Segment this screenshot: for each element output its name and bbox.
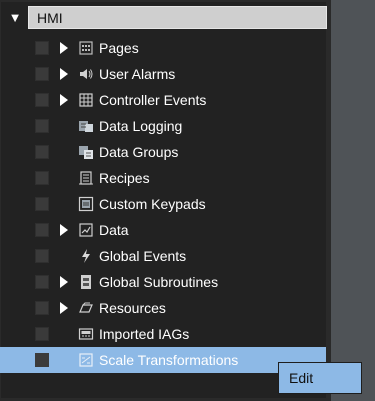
tree-root-header[interactable]: HMI — [28, 6, 327, 29]
row-checkbox[interactable] — [35, 119, 49, 133]
tree-item-label: Resources — [99, 300, 166, 316]
tree-item-label: User Alarms — [99, 66, 176, 82]
row-checkbox[interactable] — [35, 223, 49, 237]
pages-icon — [77, 39, 95, 57]
tree-item-data-groups[interactable]: Data Groups — [0, 139, 326, 165]
expand-arrow-icon[interactable] — [57, 40, 71, 56]
row-checkbox[interactable] — [35, 41, 49, 55]
row-checkbox[interactable] — [35, 171, 49, 185]
resources-icon — [77, 299, 95, 317]
subroutine-icon — [77, 273, 95, 291]
tree-item-label: Data Groups — [99, 144, 179, 160]
tree-root-label: HMI — [37, 9, 63, 26]
tree-item-label: Global Events — [99, 248, 187, 264]
expand-arrow-icon[interactable] — [57, 66, 71, 82]
tree-root-hmi[interactable]: ▼ HMI — [8, 6, 327, 29]
tree-item-controller-events[interactable]: Controller Events — [0, 87, 326, 113]
tree-item-label: Data Logging — [99, 118, 183, 134]
row-checkbox[interactable] — [35, 145, 49, 159]
recipes-icon — [77, 169, 95, 187]
row-checkbox[interactable] — [35, 249, 49, 263]
iag-icon — [77, 325, 95, 343]
lightning-icon — [77, 247, 95, 265]
collapse-caret-icon[interactable]: ▼ — [8, 10, 22, 25]
data-logging-icon — [77, 117, 95, 135]
tree-item-data[interactable]: Data — [0, 217, 326, 243]
tree-item-label: Pages — [99, 40, 139, 56]
tree-item-global-events[interactable]: Global Events — [0, 243, 326, 269]
context-menu-edit[interactable]: Edit — [289, 370, 313, 386]
scale-icon — [77, 351, 95, 369]
tree-item-label: Custom Keypads — [99, 196, 206, 212]
tree-item-label: Scale Transformations — [99, 352, 239, 368]
tree-item-label: Global Subroutines — [99, 274, 219, 290]
keypad-icon — [77, 195, 95, 213]
expand-arrow-icon[interactable] — [57, 222, 71, 238]
data-groups-icon — [77, 143, 95, 161]
tree-item-custom-keypads[interactable]: Custom Keypads — [0, 191, 326, 217]
row-checkbox[interactable] — [35, 67, 49, 81]
right-pane — [331, 0, 375, 401]
row-checkbox[interactable] — [35, 327, 49, 341]
grid-icon — [77, 91, 95, 109]
context-menu: Edit — [278, 362, 362, 394]
tree-item-data-logging[interactable]: Data Logging — [0, 113, 326, 139]
tree-item-label: Recipes — [99, 170, 150, 186]
tree-item-user-alarms[interactable]: User Alarms — [0, 61, 326, 87]
tree-item-recipes[interactable]: Recipes — [0, 165, 326, 191]
tree-item-label: Controller Events — [99, 92, 207, 108]
data-icon — [77, 221, 95, 239]
expand-arrow-icon[interactable] — [57, 92, 71, 108]
row-checkbox[interactable] — [35, 353, 49, 367]
row-checkbox[interactable] — [35, 301, 49, 315]
expand-arrow-icon[interactable] — [57, 274, 71, 290]
tree-item-label: Imported IAGs — [99, 326, 190, 342]
tree-item-imported-iags[interactable]: Imported IAGs — [0, 321, 326, 347]
row-checkbox[interactable] — [35, 197, 49, 211]
tree-item-label: Data — [99, 222, 129, 238]
row-checkbox[interactable] — [35, 93, 49, 107]
expand-arrow-icon[interactable] — [57, 300, 71, 316]
tree-item-resources[interactable]: Resources — [0, 295, 326, 321]
tree-item-pages[interactable]: Pages — [0, 35, 326, 61]
row-checkbox[interactable] — [35, 275, 49, 289]
speaker-icon — [77, 65, 95, 83]
tree-item-global-subroutines[interactable]: Global Subroutines — [0, 269, 326, 295]
